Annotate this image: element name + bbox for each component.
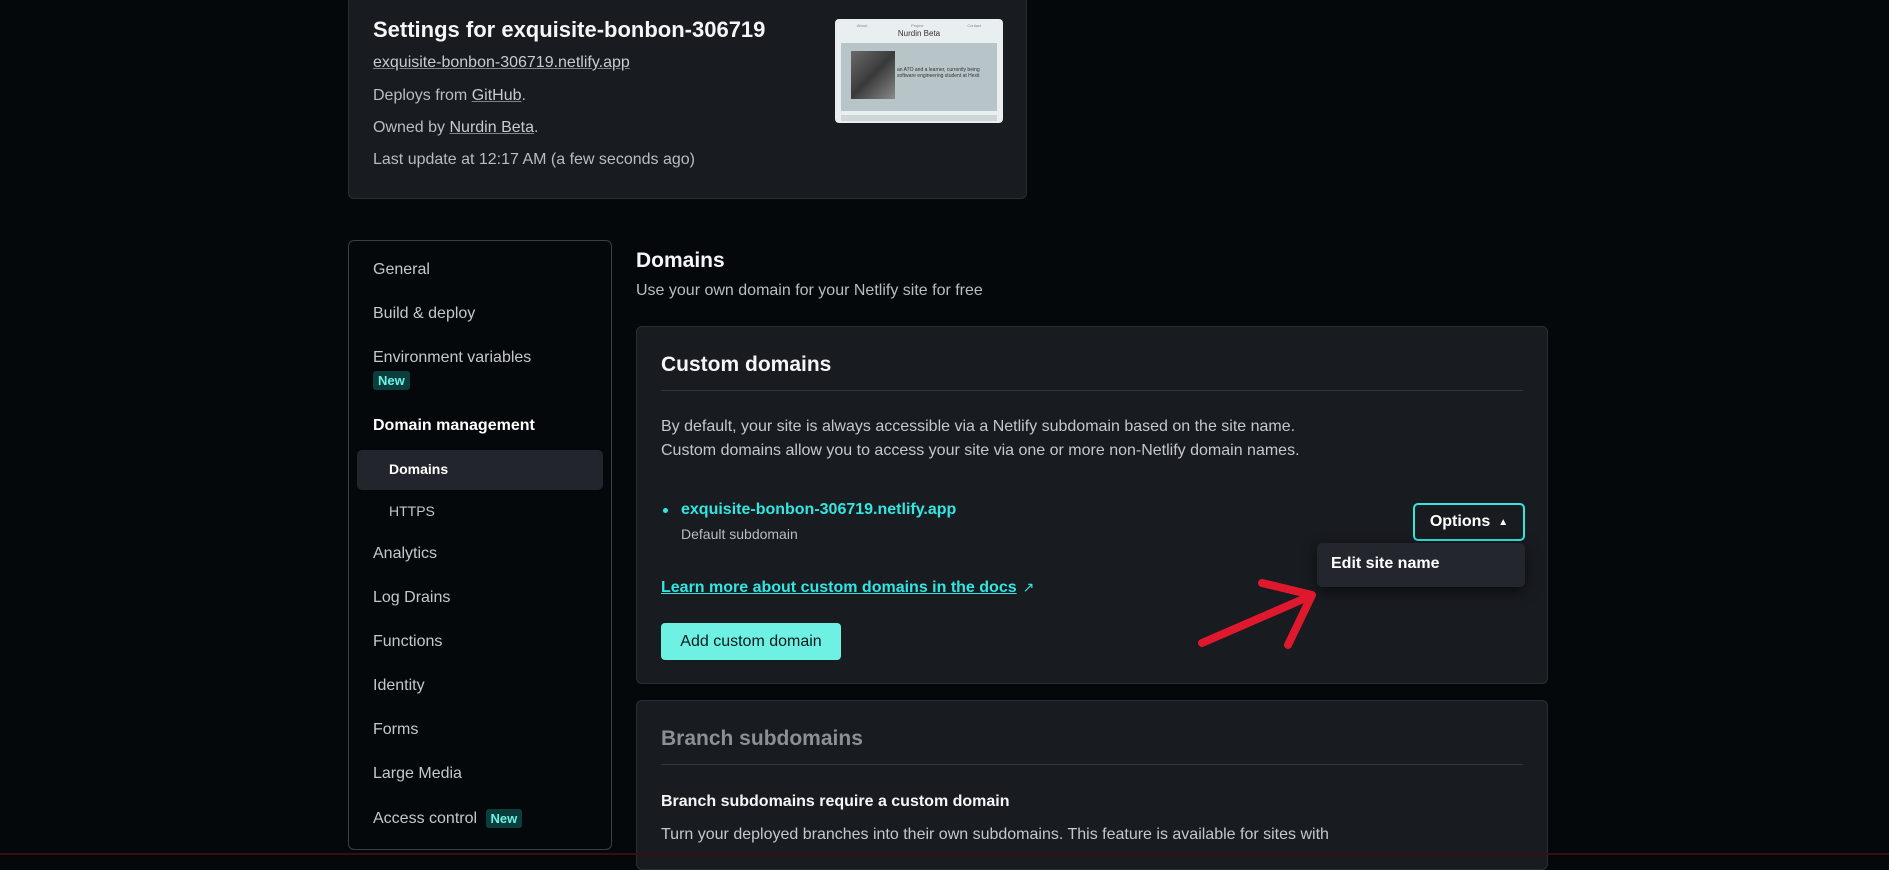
owned-prefix: Owned by (373, 119, 450, 136)
site-preview-thumbnail[interactable]: About Project Contact Nurdin Beta an ATO… (835, 19, 1003, 123)
site-summary-card: Settings for exquisite-bonbon-306719 exq… (348, 0, 1027, 199)
chevron-up-icon: ▲ (1498, 516, 1509, 528)
options-button[interactable]: Options ▲ (1413, 503, 1525, 541)
sidebar-item-large-media[interactable]: Large Media (373, 765, 462, 783)
domain-link[interactable]: exquisite-bonbon-306719.netlify.app (681, 501, 956, 519)
edit-site-name-menu-item[interactable]: Edit site name (1331, 555, 1439, 573)
divider (661, 390, 1523, 391)
sidebar-item-domains[interactable]: Domains (357, 450, 603, 490)
new-badge: New (485, 809, 523, 828)
custom-domains-docs-link[interactable]: Learn more about custom domains in the d… (661, 579, 1034, 597)
thumbnail-photo (851, 51, 895, 99)
sidebar-item-analytics[interactable]: Analytics (373, 545, 437, 563)
thumbnail-nav-item: Project (911, 23, 924, 28)
add-custom-domain-button[interactable]: Add custom domain (661, 623, 841, 660)
deploys-period: . (521, 87, 526, 104)
sidebar-item-label: Access control (373, 810, 478, 827)
annotation-arrow-icon (1198, 579, 1316, 649)
sidebar-item-identity[interactable]: Identity (373, 677, 425, 695)
sidebar-item-functions[interactable]: Functions (373, 633, 442, 651)
deploys-from: Deploys from GitHub. (373, 87, 526, 105)
sidebar-item-log-drains[interactable]: Log Drains (373, 589, 450, 607)
thumbnail-bar (841, 115, 997, 121)
docs-link-label: Learn more about custom domains in the d… (661, 579, 1017, 596)
site-url-link[interactable]: exquisite-bonbon-306719.netlify.app (373, 54, 630, 72)
deploys-prefix: Deploys from (373, 87, 472, 104)
thumbnail-nav-item: About (856, 23, 868, 28)
default-subdomain-label: Default subdomain (681, 526, 798, 542)
external-link-icon: ↗ (1022, 579, 1035, 595)
custom-domains-card: Custom domains By default, your site is … (636, 326, 1548, 684)
thumbnail-nav-item: Contact (967, 23, 982, 28)
custom-domains-desc-1: By default, your site is always accessib… (661, 418, 1296, 435)
sidebar-item-domain-management[interactable]: Domain management (373, 417, 535, 435)
owner-link[interactable]: Nurdin Beta (449, 119, 534, 136)
custom-domains-title: Custom domains (661, 353, 832, 376)
divider (661, 764, 1523, 765)
sidebar-item-environment-variables[interactable]: Environment variables (373, 349, 531, 367)
bullet-icon (663, 508, 668, 513)
github-link[interactable]: GitHub (472, 87, 522, 104)
owned-by: Owned by Nurdin Beta. (373, 119, 538, 137)
sidebar-item-build-deploy[interactable]: Build & deploy (373, 305, 475, 323)
branch-subdomains-card: Branch subdomains Branch subdomains requ… (636, 700, 1548, 870)
branch-subdomains-subtitle: Branch subdomains require a custom domai… (661, 793, 1010, 810)
badge-label: New (373, 371, 410, 390)
custom-domains-desc-2: Custom domains allow you to access your … (661, 442, 1300, 459)
last-update: Last update at 12:17 AM (a few seconds a… (373, 151, 695, 168)
thumbnail-panel: an ATO and a learner, currently being so… (841, 43, 997, 111)
thumbnail-blurb: an ATO and a learner, currently being so… (897, 67, 980, 79)
sidebar-item-access-control[interactable]: Access control New (373, 809, 523, 828)
sidebar-item-https[interactable]: HTTPS (389, 503, 435, 519)
site-title: Settings for exquisite-bonbon-306719 (373, 17, 766, 42)
branch-subdomains-title: Branch subdomains (661, 727, 863, 750)
options-label: Options (1429, 513, 1491, 530)
owned-period: . (533, 119, 539, 136)
new-badge: New (373, 371, 410, 390)
branch-subdomains-desc: Turn your deployed branches into their o… (661, 826, 1329, 843)
thumbnail-name: Nurdin Beta (897, 29, 941, 38)
options-dropdown-menu: Edit site name (1317, 543, 1525, 587)
thumbnail-nav: About Project Contact (835, 23, 1003, 28)
page-subtitle: Use your own domain for your Netlify sit… (636, 282, 983, 299)
sidebar-item-label: Domains (389, 461, 449, 477)
settings-sidebar: General Build & deploy Environment varia… (348, 240, 612, 850)
sidebar-item-general[interactable]: General (373, 261, 430, 279)
sidebar-item-forms[interactable]: Forms (373, 721, 418, 739)
page-title: Domains (636, 249, 725, 272)
